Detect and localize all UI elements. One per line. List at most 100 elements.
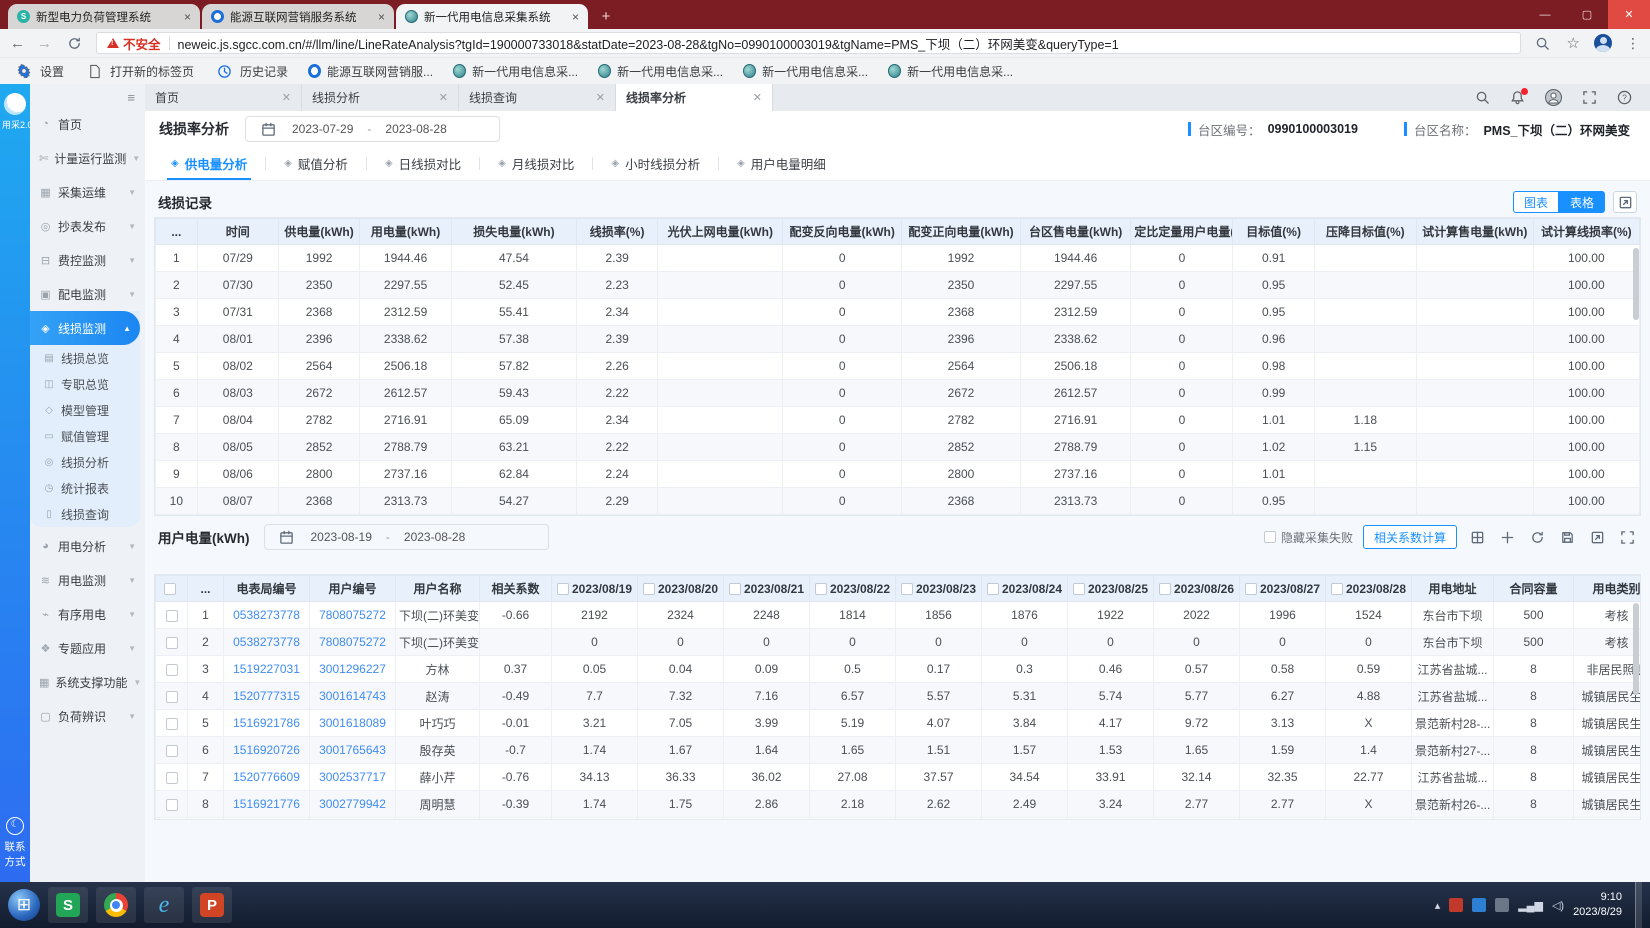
browser-tab[interactable]: 能源互联网营销服务系统× [202, 4, 394, 29]
table-row[interactable]: 205382737787808075272下坝(二)环美变0000000000东… [156, 629, 1642, 656]
meter-no-link[interactable]: 0538273778 [224, 602, 310, 629]
table2-scrollbar[interactable] [1633, 603, 1639, 695]
row-checkbox[interactable] [166, 799, 178, 811]
bookmark-item[interactable]: 能源互联网营销服... [308, 63, 433, 80]
browser-tab[interactable]: 新一代用电信息采集系统× [396, 4, 588, 29]
meter-no-link[interactable]: 1555001700 [224, 818, 310, 821]
meter-no-link[interactable]: 1519227031 [224, 656, 310, 683]
sidebar-subitem-线损总览[interactable]: ▤线损总览 [30, 345, 140, 371]
maximize-button[interactable]: ▢ [1566, 0, 1608, 29]
table-row[interactable]: 1008/0723682313.7354.272.29023682313.730… [156, 488, 1640, 515]
app-tab-线损查询[interactable]: 线损查询✕ [459, 84, 616, 111]
sidebar-subitem-统计报表[interactable]: ◷统计报表 [30, 475, 140, 501]
user-energy-date-range[interactable]: 2023-08-19 - 2023-08-28 [264, 524, 549, 550]
start-button[interactable]: ⊞ [8, 889, 40, 921]
search-icon[interactable] [1475, 90, 1490, 105]
sidebar-subitem-赋值管理[interactable]: ▭赋值管理 [30, 423, 140, 449]
row-checkbox[interactable] [166, 664, 178, 676]
user-no-link[interactable]: 3002537717 [310, 764, 396, 791]
subtab-小时线损分析[interactable]: ◈小时线损分析 [593, 147, 718, 180]
table-row[interactable]: 715207766093002537717薛小芹-0.7634.1336.333… [156, 764, 1642, 791]
sidebar-item-费控监测[interactable]: ⊟费控监测▼ [30, 243, 145, 277]
table-row[interactable]: 415207773153001614743赵涛-0.497.77.327.166… [156, 683, 1642, 710]
table-row[interactable]: 315192270313001296227方林0.370.050.040.090… [156, 656, 1642, 683]
date-start[interactable]: 2023-07-29 [292, 122, 353, 136]
user-no-link[interactable]: 7808075272 [310, 629, 396, 656]
reload-icon[interactable] [64, 33, 84, 53]
hide-failed-checkbox[interactable] [1264, 531, 1276, 543]
date-column-checkbox[interactable] [1073, 583, 1085, 595]
bookmark-item[interactable]: 新一代用电信息采... [888, 63, 1013, 80]
date-column-checkbox[interactable] [1159, 583, 1171, 595]
bell-icon[interactable] [1510, 90, 1525, 105]
row-checkbox[interactable] [166, 718, 178, 730]
meter-no-link[interactable]: 0538273778 [224, 629, 310, 656]
table-row[interactable]: 105382737787808075272下坝(二)环美变-0.66219223… [156, 602, 1642, 629]
sidebar-item-用电监测[interactable]: ≋用电监测▼ [30, 563, 145, 597]
taskbar-wps-icon[interactable]: S [48, 887, 88, 923]
taskbar-clock[interactable]: 9:10 2023/8/29 [1573, 890, 1626, 920]
row-checkbox[interactable] [166, 637, 178, 649]
sidebar-item-有序用电[interactable]: ⌁有序用电▼ [30, 597, 145, 631]
tab-close-icon[interactable]: ✕ [596, 91, 605, 104]
user-no-link[interactable]: 3001618089 [310, 710, 396, 737]
meter-no-link[interactable]: 1516920726 [224, 737, 310, 764]
chart-view-button[interactable]: 图表 [1513, 191, 1559, 213]
user-no-link[interactable]: 7808075272 [310, 602, 396, 629]
meter-no-link[interactable]: 1516921786 [224, 710, 310, 737]
browser-menu-icon[interactable]: ⋮ [1626, 35, 1640, 52]
row-checkbox[interactable] [166, 610, 178, 622]
tab-close-icon[interactable]: × [572, 10, 579, 24]
sidebar-subitem-专职总览[interactable]: ◫专职总览 [30, 371, 140, 397]
report-date-range[interactable]: 2023-07-29 - 2023-08-28 [245, 116, 500, 142]
table-row[interactable]: 815169217763002779942周明慧-0.391.741.752.8… [156, 791, 1642, 818]
date-column-checkbox[interactable] [987, 583, 999, 595]
table-row[interactable]: 207/3023502297.5552.452.23023502297.5500… [156, 272, 1640, 299]
subtab-月线损对比[interactable]: ◈月线损对比 [480, 147, 592, 180]
tab-close-icon[interactable]: ✕ [753, 91, 762, 104]
tray-app-icon-blue[interactable] [1472, 898, 1486, 912]
user-no-link[interactable]: 3001614743 [310, 683, 396, 710]
subtab-赋值分析[interactable]: ◈赋值分析 [266, 147, 366, 180]
tab-close-icon[interactable]: ✕ [439, 91, 448, 104]
security-warning[interactable]: ! 不安全 [107, 34, 161, 53]
tray-app-icon-red[interactable] [1449, 898, 1463, 912]
row-checkbox[interactable] [166, 691, 178, 703]
new-tab-button[interactable]: + [594, 4, 618, 28]
select-all-checkbox[interactable] [164, 583, 176, 595]
user-no-link[interactable]: 3005190946 [310, 818, 396, 821]
bookmark-star-icon[interactable]: ☆ [1567, 34, 1580, 52]
avatar-icon[interactable] [1545, 89, 1562, 106]
bookmark-item[interactable]: 新一代用电信息采... [598, 63, 723, 80]
sidebar-subitem-模型管理[interactable]: ◇模型管理 [30, 397, 140, 423]
tab-close-icon[interactable]: × [184, 10, 191, 24]
app-tab-线损分析[interactable]: 线损分析✕ [302, 84, 459, 111]
hide-failed-control[interactable]: 隐藏采集失败 [1264, 529, 1353, 546]
minimize-button[interactable]: — [1524, 0, 1566, 29]
meter-no-link[interactable]: 1516921776 [224, 791, 310, 818]
forward-icon[interactable]: → [37, 36, 52, 51]
tray-input-method-icon[interactable] [1495, 898, 1509, 912]
meter-no-link[interactable]: 1520776609 [224, 764, 310, 791]
bookmark-item[interactable]: 历史记录 [214, 61, 288, 81]
sidebar-item-采集运维[interactable]: ▦采集运维▼ [30, 175, 145, 209]
table-row[interactable]: 107/2919921944.4647.542.39019921944.4600… [156, 245, 1640, 272]
tab-close-icon[interactable]: ✕ [282, 91, 291, 104]
export-icon[interactable] [1587, 527, 1607, 547]
taskbar-ie-icon[interactable]: e [144, 887, 184, 923]
table-row[interactable]: 915550017003005190946中国铁塔股份有...-0.330.15… [156, 818, 1642, 821]
meter-no-link[interactable]: 1520777315 [224, 683, 310, 710]
export-button[interactable] [1613, 191, 1637, 213]
address-bar[interactable]: ! 不安全 neweic.js.sgcc.com.cn/#/llm/line/L… [96, 32, 1521, 54]
sidebar-item-负荷辨识[interactable]: ▢负荷辨识▼ [30, 699, 145, 733]
date-column-checkbox[interactable] [729, 583, 741, 595]
table-row[interactable]: 515169217863001618089叶巧巧-0.013.217.053.9… [156, 710, 1642, 737]
sidebar-subitem-线损分析[interactable]: ◎线损分析 [30, 449, 140, 475]
contact-block[interactable]: ☾ 联系方式 [0, 817, 30, 870]
date-end[interactable]: 2023-08-28 [404, 530, 465, 544]
refresh-icon[interactable] [1527, 527, 1547, 547]
grid-icon[interactable] [1467, 527, 1487, 547]
bookmark-item[interactable]: 新一代用电信息采... [743, 63, 868, 80]
sidebar-collapse-icon[interactable]: ≡ [30, 84, 145, 107]
date-column-checkbox[interactable] [815, 583, 827, 595]
